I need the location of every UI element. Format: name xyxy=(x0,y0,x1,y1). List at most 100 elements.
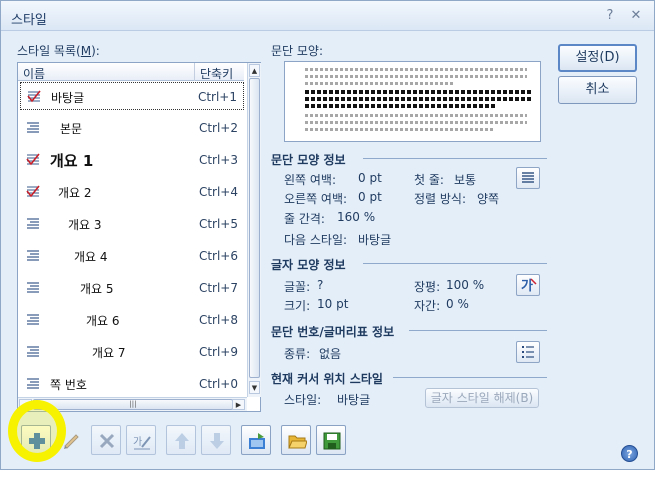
style-detail-button[interactable]: 가 xyxy=(126,425,156,455)
style-shortcut: Ctrl+5 xyxy=(198,217,238,231)
paragraph-align-icon xyxy=(522,172,534,183)
paragraph-icon xyxy=(26,345,40,358)
ok-button[interactable]: 설정(D) xyxy=(558,44,637,72)
paragraph-preview xyxy=(284,61,541,142)
horizontal-scroll-thumb[interactable]: ||| xyxy=(33,399,233,410)
line-spacing-value: 160 % xyxy=(337,210,376,224)
style-name: 개요 1 xyxy=(50,152,94,170)
left-margin-label: 왼쪽 여백: xyxy=(284,173,337,187)
cursor-style-label: 스타일: xyxy=(284,393,322,407)
import-icon xyxy=(249,433,265,449)
paragraph-info-header: 문단 모양 정보 xyxy=(271,153,346,167)
arrow-down-icon xyxy=(210,433,224,449)
cancel-button[interactable]: 취소 xyxy=(558,76,637,104)
scroll-up-arrow-icon[interactable]: ▲ xyxy=(249,64,260,77)
style-list-item[interactable]: 개요 3 Ctrl+5 xyxy=(20,210,244,238)
align-label: 정렬 방식: xyxy=(414,192,467,206)
list-header: 이름 단축키 xyxy=(18,63,244,81)
edit-text-icon: 가 xyxy=(133,436,151,450)
style-check-icon xyxy=(27,90,41,103)
spacing-value: 0 % xyxy=(446,297,469,311)
vertical-scroll-thumb[interactable] xyxy=(249,78,260,378)
column-name[interactable]: 이름 xyxy=(23,65,45,82)
vertical-scrollbar[interactable]: ▲ ▼ xyxy=(247,63,261,397)
style-list-item[interactable]: 개요 5 Ctrl+7 xyxy=(20,274,244,302)
cursor-style-value: 바탕글 xyxy=(337,393,371,407)
align-value: 양쪽 xyxy=(477,192,500,206)
move-down-button[interactable] xyxy=(201,425,231,455)
right-margin-value: 0 pt xyxy=(358,190,382,204)
style-name: 개요 2 xyxy=(58,186,92,200)
paragraph-icon xyxy=(26,281,40,294)
style-shortcut: Ctrl+0 xyxy=(198,377,238,391)
paragraph-icon xyxy=(26,249,40,262)
ratio-value: 100 % xyxy=(446,278,485,292)
paragraph-shape-button[interactable] xyxy=(516,167,540,189)
style-shortcut: Ctrl+3 xyxy=(198,153,238,167)
style-list-label: 스타일 목록(M): xyxy=(17,44,100,58)
numbering-info-header: 문단 번호/글머리표 정보 xyxy=(271,325,395,339)
right-margin-label: 오른쪽 여백: xyxy=(284,192,348,206)
paragraph-icon xyxy=(26,377,40,390)
move-up-button[interactable] xyxy=(166,425,196,455)
style-list-item[interactable]: 쪽 번호 Ctrl+0 xyxy=(20,370,244,398)
style-check-icon xyxy=(26,153,40,166)
help-title-button[interactable]: ? xyxy=(601,7,619,25)
style-shortcut: Ctrl+9 xyxy=(198,345,238,359)
style-shortcut: Ctrl+7 xyxy=(198,281,238,295)
style-name: 본문 xyxy=(60,122,83,136)
delete-style-button[interactable] xyxy=(91,425,121,455)
char-shape-button[interactable]: 가 xyxy=(516,274,540,296)
style-list-item[interactable]: 개요 2 Ctrl+4 xyxy=(20,178,244,206)
style-list-item[interactable]: 본문 Ctrl+2 xyxy=(20,114,244,142)
style-shortcut: Ctrl+1 xyxy=(197,90,237,104)
ratio-label: 장평: xyxy=(414,280,441,294)
style-list-item[interactable]: 개요 7 Ctrl+9 xyxy=(20,338,244,366)
style-name: 개요 5 xyxy=(80,282,114,296)
cursor-style-header: 현재 커서 위치 스타일 xyxy=(271,372,383,386)
save-style-button[interactable] xyxy=(316,425,346,455)
style-list-item[interactable]: 개요 6 Ctrl+8 xyxy=(20,306,244,334)
style-list-item[interactable]: 바탕글 Ctrl+1 xyxy=(20,82,244,110)
size-label: 크기: xyxy=(284,299,311,313)
annotation-circle xyxy=(8,400,66,462)
preview-label: 문단 모양: xyxy=(271,44,324,58)
release-char-style-button[interactable]: 글자 스타일 해제(B) xyxy=(425,388,539,408)
char-info-header: 글자 모양 정보 xyxy=(271,258,346,272)
help-icon[interactable]: ? xyxy=(621,445,638,462)
close-button[interactable]: ✕ xyxy=(627,7,645,25)
style-shortcut: Ctrl+8 xyxy=(198,313,238,327)
next-style-label: 다음 스타일: xyxy=(284,233,348,247)
style-list-item[interactable]: 개요 4 Ctrl+6 xyxy=(20,242,244,270)
delete-icon xyxy=(99,433,115,449)
paragraph-icon xyxy=(26,121,40,134)
arrow-up-icon xyxy=(175,433,189,449)
spacing-label: 자간: xyxy=(414,299,441,313)
style-name: 개요 3 xyxy=(68,218,102,232)
size-value: 10 pt xyxy=(317,297,349,311)
next-style-value: 바탕글 xyxy=(358,233,392,247)
folder-open-icon xyxy=(288,435,307,449)
style-name: 개요 7 xyxy=(92,346,126,360)
left-margin-value: 0 pt xyxy=(358,171,382,185)
style-list[interactable]: 이름 단축키 바탕글 Ctrl+1 본문 Ctrl+2 개요 1 Ctrl+3 개요 2 Ct… xyxy=(17,62,261,412)
style-name: 개요 4 xyxy=(74,250,108,264)
style-shortcut: Ctrl+6 xyxy=(198,249,238,263)
style-shortcut: Ctrl+4 xyxy=(198,185,238,199)
first-line-value: 보통 xyxy=(454,173,477,187)
paragraph-icon xyxy=(26,217,40,230)
bullet-list-icon xyxy=(522,346,534,358)
scroll-right-arrow-icon[interactable]: ▶ xyxy=(232,399,245,410)
paragraph-icon xyxy=(26,313,40,326)
numbering-button[interactable] xyxy=(516,341,540,363)
style-name: 바탕글 xyxy=(51,91,85,105)
style-list-item[interactable]: 개요 1 Ctrl+3 xyxy=(20,146,244,174)
font-label: 글꼴: xyxy=(284,280,311,294)
font-value: ? xyxy=(317,278,324,292)
column-shortcut[interactable]: 단축키 xyxy=(200,65,233,82)
style-check-icon xyxy=(26,185,40,198)
import-style-button[interactable] xyxy=(241,425,271,455)
open-style-button[interactable] xyxy=(281,425,311,455)
char-shape-icon: 가 xyxy=(521,278,537,294)
scroll-down-arrow-icon[interactable]: ▼ xyxy=(249,381,260,394)
